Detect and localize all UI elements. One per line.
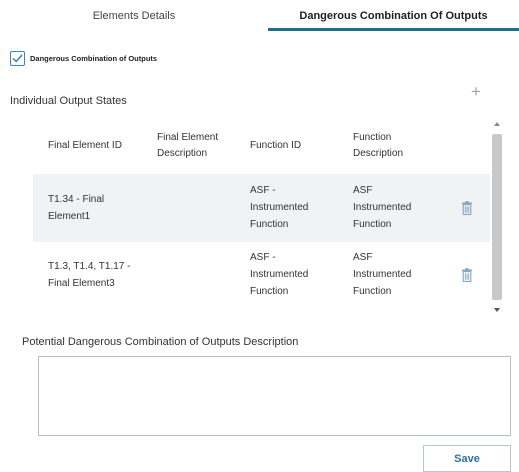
function-id-cell: ASF - Instrumented Function	[250, 249, 308, 300]
cell-line: Instrumented	[353, 202, 412, 213]
final-element-id-cell: T1.34 - Final Element1	[48, 191, 104, 225]
header-line: Function	[353, 132, 392, 143]
final-element-id-cell: T1.3, T1.4, T1.17 - Final Element3	[48, 258, 130, 292]
description-textarea[interactable]	[38, 356, 511, 436]
delete-row-button[interactable]	[461, 201, 473, 215]
table-scrollbar[interactable]	[492, 118, 504, 316]
scroll-down-arrow-icon[interactable]	[494, 308, 500, 312]
section-title: Individual Output States	[10, 95, 127, 107]
header-line: Description	[157, 148, 208, 159]
column-header-function-description[interactable]: Function Description	[353, 130, 403, 162]
cell-line: Element1	[48, 211, 91, 222]
column-header-final-element-description[interactable]: Final Element Description	[157, 130, 218, 162]
cell-line: Function	[250, 286, 289, 297]
function-description-cell: ASF Instrumented Function	[353, 182, 411, 233]
cell-line: Function	[353, 286, 392, 297]
checkbox-label: Dangerous Combination of Outputs	[30, 53, 158, 63]
table-row[interactable]: T1.3, T1.4, T1.17 - Final Element3 ASF -…	[33, 242, 490, 316]
tab-dangerous-combination-of-outputs[interactable]: Dangerous Combination Of Outputs	[268, 0, 519, 31]
cell-line: Instrumented	[250, 269, 309, 280]
description-label: Potential Dangerous Combination of Outpu…	[22, 336, 299, 348]
plus-icon: +	[471, 81, 481, 101]
tab-bar: Elements Details Dangerous Combination O…	[0, 0, 519, 31]
add-button[interactable]: +	[467, 82, 485, 100]
cell-line: Function	[353, 219, 392, 230]
cell-line: ASF	[353, 252, 373, 263]
cell-line: T1.34 - Final	[48, 194, 105, 205]
table-row[interactable]: T1.34 - Final Element1 ASF - Instrumente…	[33, 174, 490, 242]
scroll-up-arrow-icon[interactable]	[494, 122, 500, 126]
delete-row-button[interactable]	[461, 268, 473, 282]
cell-line: ASF	[353, 185, 373, 196]
tab-elements-details[interactable]: Elements Details	[0, 0, 268, 31]
output-states-table: Final Element ID Final Element Descripti…	[33, 118, 490, 316]
active-tab-indicator	[268, 28, 519, 31]
header-line: Final Element	[157, 132, 219, 143]
checkmark-icon	[12, 54, 23, 62]
dangerous-combination-checkbox-row[interactable]: Dangerous Combination of Outputs	[10, 50, 157, 66]
cell-line: ASF -	[250, 252, 276, 263]
cell-line: ASF -	[250, 185, 276, 196]
cell-line: Instrumented	[353, 269, 412, 280]
trash-icon	[462, 268, 472, 282]
function-description-cell: ASF Instrumented Function	[353, 249, 411, 300]
save-button[interactable]: Save	[423, 445, 511, 472]
dangerous-combination-checkbox[interactable]	[10, 50, 25, 66]
column-header-final-element-id[interactable]: Final Element ID	[48, 138, 122, 154]
column-header-function-id[interactable]: Function ID	[250, 138, 301, 154]
cell-line: Instrumented	[250, 202, 309, 213]
cell-line: Final Element3	[48, 278, 115, 289]
header-line: Description	[353, 148, 404, 159]
cell-line: T1.3, T1.4, T1.17 -	[48, 261, 131, 272]
scrollbar-thumb[interactable]	[492, 134, 502, 300]
trash-icon	[462, 201, 472, 215]
cell-line: Function	[250, 219, 289, 230]
function-id-cell: ASF - Instrumented Function	[250, 182, 308, 233]
